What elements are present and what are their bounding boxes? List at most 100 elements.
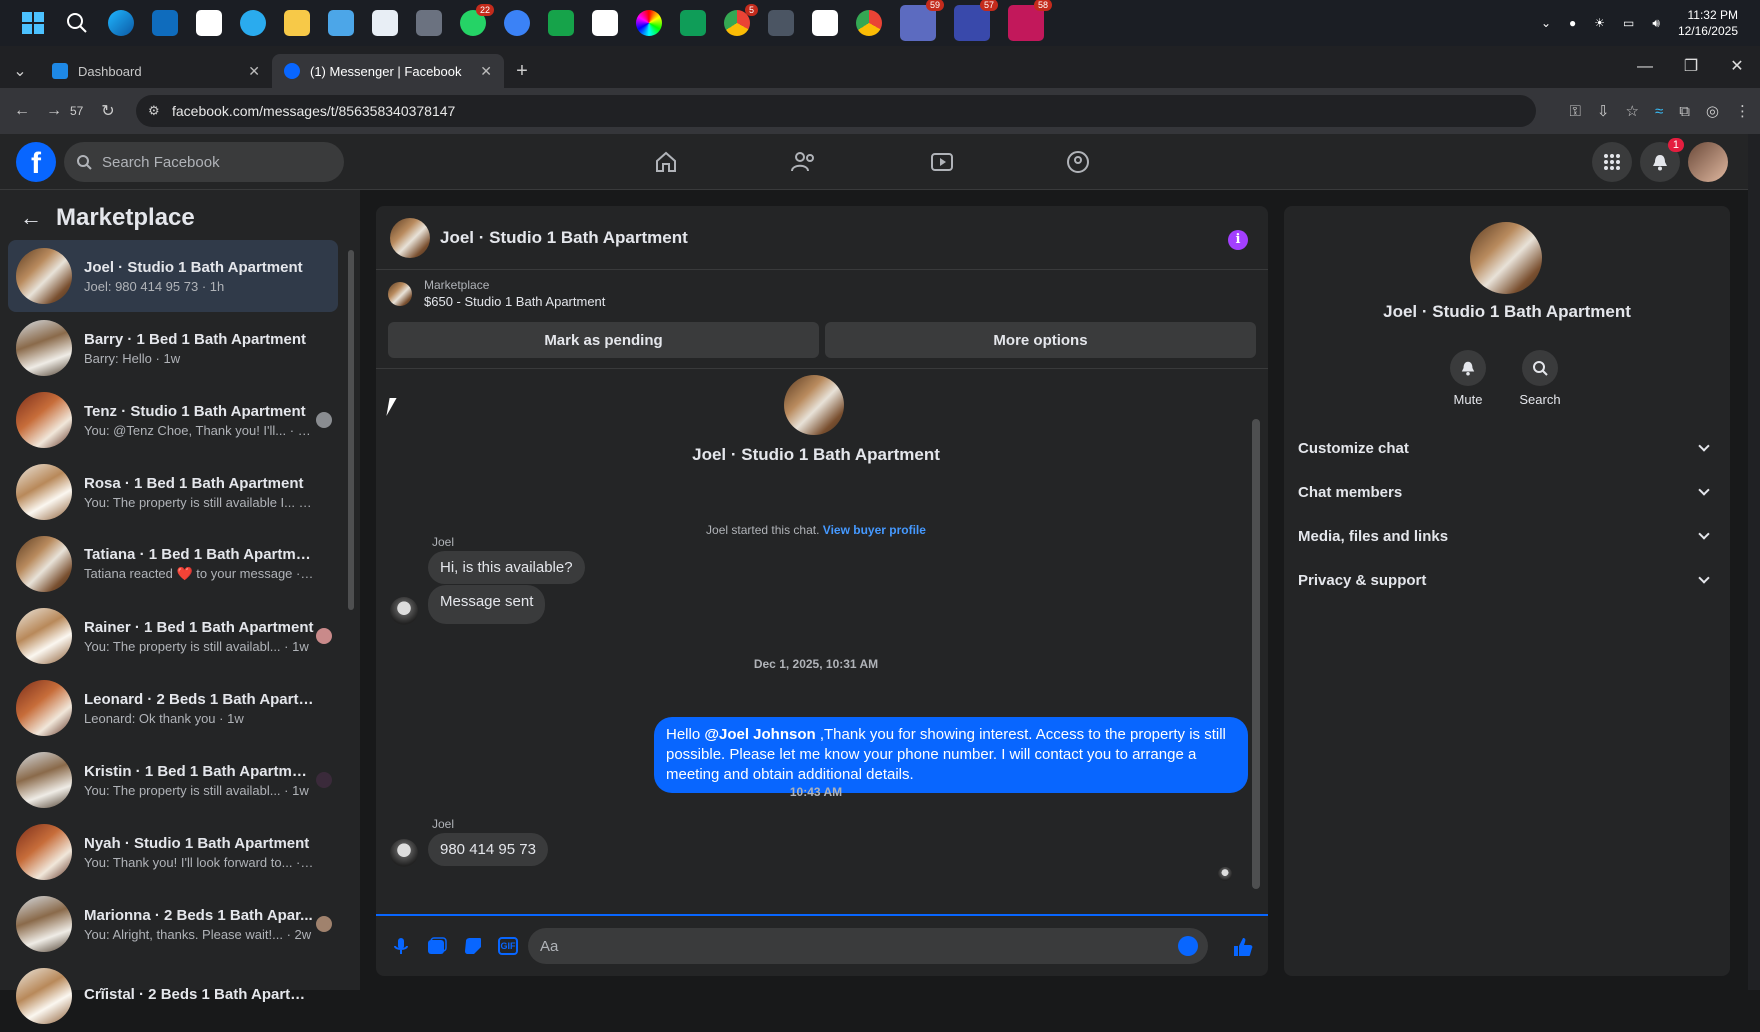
chat-item-tenz[interactable]: Tenz · Studio 1 Bath Apartment You: @Tenz… — [8, 384, 338, 456]
app-icon-2[interactable] — [504, 10, 530, 36]
extensions-icon[interactable]: ⧉ — [1679, 103, 1690, 120]
close-window-icon[interactable]: ✕ — [1714, 46, 1760, 88]
tab-messenger[interactable]: (1) Messenger | Facebook ✕ — [272, 54, 504, 88]
message-bubble[interactable]: Message sent — [428, 585, 546, 624]
conversation-avatar[interactable] — [390, 217, 430, 258]
back-arrow-icon[interactable]: ← — [20, 205, 42, 231]
message-bubble[interactable]: Hi, is this available? — [428, 551, 585, 584]
notepad-icon[interactable] — [328, 10, 354, 36]
chrome-icon[interactable]: 5 — [724, 4, 758, 36]
groups-icon[interactable] — [1048, 134, 1108, 190]
mark-as-pending-button[interactable]: Mark as pending — [388, 322, 819, 358]
store-icon[interactable] — [196, 10, 222, 36]
bookmark-star-icon[interactable]: ☆ — [1626, 102, 1639, 120]
message-bubble[interactable]: 980 414 95 73 — [428, 833, 548, 866]
chrome-icon-2[interactable] — [856, 10, 882, 36]
view-buyer-profile-link[interactable]: View buyer profile — [823, 523, 926, 537]
gif-icon[interactable]: GIF — [498, 937, 518, 955]
search-input[interactable] — [102, 153, 322, 171]
chat-item-leonard[interactable]: Leonard · 2 Beds 1 Bath Apartm... Leonard… — [8, 672, 338, 744]
chat-item-rainer[interactable]: Rainer · 1 Bed 1 Bath Apartment You: The … — [8, 600, 338, 672]
mention[interactable]: @Joel Johnson — [704, 726, 815, 743]
sender-avatar[interactable] — [390, 839, 418, 867]
message-input-wrapper[interactable] — [528, 928, 1208, 964]
brightness-icon[interactable]: ☀ — [1594, 16, 1605, 30]
message-input[interactable] — [540, 937, 1140, 955]
address-bar[interactable]: ⚙ facebook.com/messages/t/85635834037814… — [136, 95, 1536, 127]
menu-kebab-icon[interactable]: ⋮ — [1735, 102, 1750, 120]
color-app-icon[interactable] — [636, 10, 662, 36]
more-options-button[interactable]: More options — [825, 322, 1256, 358]
chat-item-nyah[interactable]: Nyah · Studio 1 Bath Apartment You: Thank… — [8, 816, 338, 888]
edge-icon[interactable] — [108, 10, 134, 36]
chat-item-kristin[interactable]: Kristin · 1 Bed 1 Bath Apartment You: The… — [8, 744, 338, 816]
security-icon[interactable]: ● — [1569, 16, 1576, 30]
section-privacy-support[interactable]: Privacy & support — [1298, 560, 1716, 600]
facebook-search[interactable] — [64, 142, 344, 182]
restore-icon[interactable]: ❐ — [1668, 46, 1714, 88]
outlook-icon[interactable] — [152, 10, 178, 36]
microphone-icon[interactable] — [390, 935, 412, 957]
home-icon[interactable] — [636, 134, 696, 190]
azure-icon[interactable] — [592, 10, 618, 36]
emoji-icon[interactable] — [1178, 936, 1198, 956]
reload-icon[interactable]: ↻ — [92, 101, 124, 121]
notifications-bell-icon[interactable]: 1 — [1640, 138, 1684, 182]
snipping-icon[interactable] — [372, 10, 398, 36]
back-icon[interactable]: ← — [6, 102, 38, 120]
facebook-logo-icon[interactable]: f — [16, 142, 56, 182]
close-tab-icon[interactable]: ✕ — [480, 63, 492, 80]
outgoing-message-bubble[interactable]: Hello @Joel Johnson ,Thank you for showi… — [654, 717, 1248, 793]
forward-icon[interactable]: → — [38, 102, 70, 120]
browser-profile-icon-2[interactable]: 57 — [954, 0, 998, 41]
listing-summary[interactable]: Marketplace $650 - Studio 1 Bath Apartme… — [388, 278, 605, 309]
search-conversation-button[interactable]: Search — [1510, 350, 1570, 407]
app-icon[interactable] — [416, 10, 442, 36]
browser-profile-icon-3[interactable]: 58 — [1008, 0, 1052, 41]
file-explorer-icon[interactable] — [284, 10, 310, 36]
close-tab-icon[interactable]: ✕ — [248, 63, 260, 80]
whatsapp-icon[interactable]: 22 — [460, 4, 494, 36]
section-chat-members[interactable]: Chat members — [1298, 472, 1716, 512]
chevron-up-icon[interactable]: ⌄ — [1541, 16, 1551, 30]
minimize-icon[interactable]: — — [1622, 46, 1668, 88]
thread-scrollbar[interactable] — [1252, 419, 1260, 889]
chat-item-marionna[interactable]: Marionna · 2 Beds 1 Bath Apar... You: Alr… — [8, 888, 338, 960]
thumbs-up-icon[interactable] — [1232, 936, 1254, 964]
chat-item-cristal[interactable]: Crĩistal · 2 Beds 1 Bath Apartment — [8, 960, 338, 1032]
lock-app-icon[interactable] — [548, 10, 574, 36]
clock[interactable]: 11:32 PM 12/16/2025 — [1678, 7, 1738, 39]
page-scrollbar[interactable] — [1748, 134, 1760, 990]
extension-active-icon[interactable]: ≈ — [1655, 103, 1663, 120]
sender-avatar[interactable] — [390, 597, 418, 625]
chat-item-barry[interactable]: Barry · 1 Bed 1 Bath Apartment Barry: Hel… — [8, 312, 338, 384]
menu-grid-icon[interactable] — [1592, 142, 1632, 182]
sticker-icon[interactable] — [462, 935, 484, 957]
conversation-title[interactable]: Joel · Studio 1 Bath Apartment — [440, 228, 688, 248]
new-tab-icon[interactable]: + — [504, 54, 540, 88]
profile-icon[interactable]: ◎ — [1706, 102, 1719, 120]
display-icon[interactable]: ▭ — [1623, 16, 1634, 30]
mute-button[interactable]: Mute — [1438, 350, 1498, 407]
account-avatar[interactable] — [1688, 142, 1728, 182]
infinity-icon[interactable] — [680, 10, 706, 36]
section-media-files-links[interactable]: Media, files and links — [1298, 516, 1716, 556]
chat-item-joel[interactable]: Joel · Studio 1 Bath Apartment Joel: 980 … — [8, 240, 338, 312]
azure-icon-2[interactable] — [812, 10, 838, 36]
video-icon[interactable] — [912, 134, 972, 190]
volume-icon[interactable]: 🔊︎ — [1652, 16, 1660, 31]
search-icon[interactable] — [64, 10, 90, 36]
info-avatar[interactable] — [1470, 222, 1542, 294]
photo-icon[interactable] — [426, 935, 448, 957]
tab-dashboard[interactable]: Dashboard ✕ — [40, 54, 272, 88]
friends-icon[interactable] — [774, 134, 834, 190]
tab-search-icon[interactable]: ⌄ — [0, 54, 40, 88]
chat-item-tatiana[interactable]: Tatiana · 1 Bed 1 Bath Apartment Tatiana … — [8, 528, 338, 600]
windows-start-icon[interactable] — [20, 10, 46, 36]
chat-list-scrollbar[interactable] — [348, 250, 354, 610]
section-customize-chat[interactable]: Customize chat — [1298, 428, 1716, 468]
browser-profile-icon-1[interactable]: 59 — [900, 0, 944, 41]
info-icon[interactable]: i — [1228, 230, 1248, 250]
password-key-icon[interactable]: ⚿ — [1570, 103, 1581, 120]
install-app-icon[interactable]: ⇩ — [1597, 102, 1610, 120]
